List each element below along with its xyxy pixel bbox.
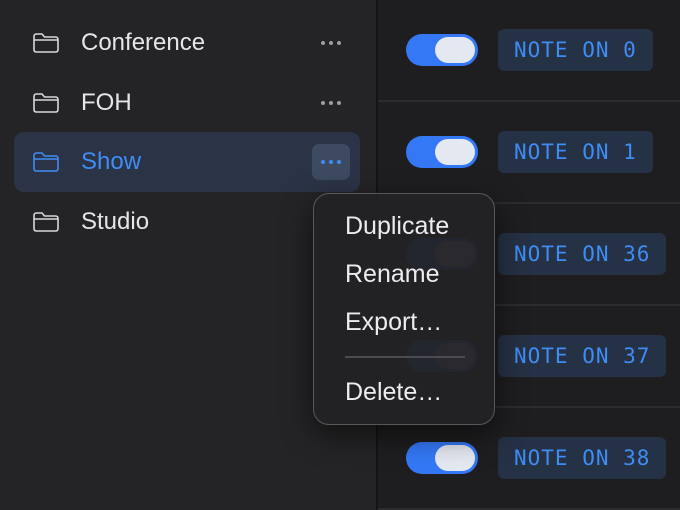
more-options-button[interactable] <box>312 85 350 121</box>
list-item: NOTE ON 1 <box>378 102 680 204</box>
note-chip[interactable]: NOTE ON 38 <box>498 437 667 479</box>
sidebar-item-label: Show <box>81 148 142 175</box>
sidebar-item-foh[interactable]: FOH <box>14 73 360 133</box>
note-chip[interactable]: NOTE ON 0 <box>498 29 653 71</box>
sidebar-item-studio[interactable]: Studio <box>14 192 360 252</box>
more-options-button[interactable] <box>312 144 350 180</box>
sidebar-item-label: FOH <box>81 89 132 116</box>
menu-item-duplicate[interactable]: Duplicate <box>345 212 449 241</box>
enable-toggle[interactable] <box>406 136 478 168</box>
menu-item-rename[interactable]: Rename <box>345 260 440 289</box>
more-options-button[interactable] <box>312 25 350 61</box>
note-chip[interactable]: NOTE ON 37 <box>498 335 667 377</box>
context-menu: Duplicate Rename Export… Delete… <box>313 193 495 425</box>
menu-item-delete[interactable]: Delete… <box>345 378 442 407</box>
note-chip[interactable]: NOTE ON 36 <box>498 233 667 275</box>
folder-icon <box>33 212 59 232</box>
folder-icon <box>33 152 59 172</box>
sidebar-item-conference[interactable]: Conference <box>14 13 360 73</box>
menu-separator <box>345 356 465 358</box>
folder-icon <box>33 93 59 113</box>
enable-toggle[interactable] <box>406 442 478 474</box>
folder-icon <box>33 33 59 53</box>
ellipsis-icon <box>321 160 341 164</box>
sidebar-item-label: Studio <box>81 208 150 235</box>
list-item: NOTE ON 0 <box>378 0 680 102</box>
enable-toggle[interactable] <box>406 34 478 66</box>
note-chip[interactable]: NOTE ON 1 <box>498 131 653 173</box>
ellipsis-icon <box>321 41 341 45</box>
menu-item-export[interactable]: Export… <box>345 308 442 337</box>
sidebar-item-show[interactable]: Show <box>14 132 360 192</box>
sidebar-item-label: Conference <box>81 29 206 56</box>
ellipsis-icon <box>321 101 341 105</box>
